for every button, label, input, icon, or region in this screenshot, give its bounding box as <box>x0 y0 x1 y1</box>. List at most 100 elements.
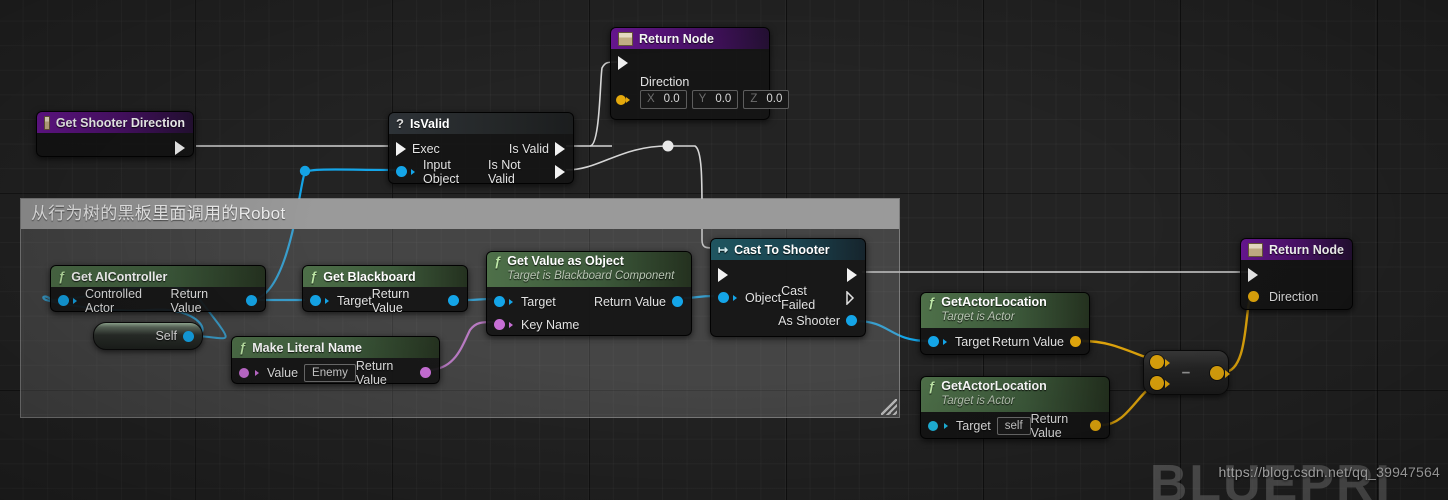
comment-resize-handle[interactable] <box>881 399 897 415</box>
cast-row-as-shooter: As Shooter <box>711 309 865 332</box>
pin-arrow-icon <box>411 168 415 175</box>
node-header: Get Shooter Direction <box>37 112 193 133</box>
node-get-actor-location-2[interactable]: ƒ GetActorLocation Target is Actor Targe… <box>920 376 1110 440</box>
function-icon: ƒ <box>494 254 502 269</box>
exec-output-pin[interactable] <box>847 268 857 282</box>
function-icon: ƒ <box>239 340 247 355</box>
target-input-pin[interactable] <box>310 295 321 306</box>
pin-label-return-value: Return Value <box>355 358 394 387</box>
exec-output-pin-cast-failed[interactable] <box>846 290 857 305</box>
as-shooter-output-pin[interactable] <box>846 315 857 326</box>
exec-input-pin[interactable] <box>396 141 406 156</box>
subtract-output-pin[interactable] <box>1210 366 1224 380</box>
return-value-output-pin[interactable] <box>1070 336 1081 347</box>
target-input-pin[interactable] <box>494 296 505 307</box>
node-title: GetActorLocation <box>941 379 1047 393</box>
node-cast-to-shooter[interactable]: ↦ Cast To Shooter Object Cast Failed As … <box>710 238 866 337</box>
return-value-output-pin[interactable] <box>1090 420 1101 431</box>
target-input-pin[interactable] <box>928 336 939 347</box>
pin-label-return-value: Return Value <box>170 286 209 315</box>
isvalid-row-object: Input Object Is Not Valid <box>389 157 573 186</box>
return-value-output-pin[interactable] <box>448 295 459 306</box>
return-value-output-pin[interactable] <box>672 296 683 307</box>
subtract-input-a-pin[interactable] <box>1150 355 1164 369</box>
node-header: ƒ GetActorLocation Target is Actor <box>921 293 1089 328</box>
target-input-pin[interactable] <box>928 420 938 431</box>
vector-input-group[interactable]: X 0.0 Y 0.0 Z 0.0 <box>618 90 790 109</box>
pin-label-target: Target <box>955 334 990 349</box>
node-self[interactable]: Self <box>93 322 203 350</box>
function-icon: ƒ <box>310 269 318 284</box>
blueprint-graph-canvas[interactable]: 从行为树的黑板里面调用的Robot Get Shooter Direction … <box>0 0 1448 500</box>
function-return-icon <box>1248 242 1263 257</box>
value-input-pin[interactable] <box>239 367 249 378</box>
node-title: Get Value as Object <box>507 254 624 268</box>
node-header: ƒ Get AIController <box>51 266 265 287</box>
node-subtitle: Target is Actor <box>941 395 1015 408</box>
comment-title[interactable]: 从行为树的黑板里面调用的Robot <box>21 199 899 229</box>
node-get-value-as-object[interactable]: ƒ Get Value as Object Target is Blackboa… <box>486 251 692 336</box>
pin-label-direction: Direction <box>640 75 690 89</box>
vector-input-pin[interactable] <box>616 95 626 105</box>
literal-name-row: Value Enemy Return Value <box>232 358 439 387</box>
node-make-literal-name[interactable]: ƒ Make Literal Name Value Enemy Return V… <box>231 336 440 387</box>
node-get-aicontroller[interactable]: ƒ Get AIController Controlled Actor Retu… <box>50 265 266 315</box>
node-title: Get Blackboard <box>323 269 416 284</box>
pin-arrow-icon <box>509 298 513 305</box>
return-value-output-pin[interactable] <box>420 367 431 378</box>
cast-icon: ↦ <box>718 242 729 257</box>
node-title: Return Node <box>639 31 714 46</box>
exec-output-pin-is-valid[interactable] <box>555 141 565 156</box>
node-header: Return Node <box>611 28 769 49</box>
exec-input-pin[interactable] <box>618 56 628 70</box>
node-isvalid[interactable]: ? IsValid Exec Is Valid Input Object Is … <box>388 112 574 186</box>
controlled-actor-input-pin[interactable] <box>58 295 69 306</box>
node-get-blackboard[interactable]: ƒ Get Blackboard Target Return Value <box>302 265 468 315</box>
target-self-value[interactable]: self <box>996 416 1031 435</box>
node-return-right[interactable]: Return Node Direction <box>1240 238 1353 310</box>
exec-output-pin[interactable] <box>175 141 185 155</box>
vector-field-y[interactable]: Y 0.0 <box>691 90 739 109</box>
node-header: ↦ Cast To Shooter <box>711 239 865 260</box>
node-title: Cast To Shooter <box>734 242 830 257</box>
node-subtitle: Target is Blackboard Component <box>507 270 675 283</box>
pin-arrow-icon <box>1225 370 1230 378</box>
pin-arrow-icon <box>73 297 77 304</box>
key-name-input-pin[interactable] <box>494 319 505 330</box>
node-return-top[interactable]: Return Node Direction X 0.0 Y 0.0 Z 0.0 <box>610 27 790 120</box>
node-title: Get AIController <box>71 269 168 284</box>
watermark-url: https://blog.csdn.net/qq_39947564 <box>1218 464 1440 480</box>
self-output-pin[interactable] <box>183 330 194 342</box>
pin-label-object: Object <box>745 290 782 305</box>
function-icon: ƒ <box>928 295 936 310</box>
pin-label-is-not-valid: Is Not Valid <box>488 157 521 186</box>
subtract-input-b-pin[interactable] <box>1150 376 1164 390</box>
node-header: ? IsValid <box>389 113 573 134</box>
exec-input-pin[interactable] <box>1248 268 1258 282</box>
function-entry-icon <box>44 115 50 130</box>
object-input-pin[interactable] <box>718 292 729 303</box>
node-header: ƒ Get Value as Object Target is Blackboa… <box>487 252 691 287</box>
pin-label-target: Target <box>956 418 991 433</box>
cast-row-object: Object Cast Failed <box>711 284 865 312</box>
operator-symbol: − <box>1181 364 1191 381</box>
node-title: Return Node <box>1269 242 1344 257</box>
node-get-shooter-direction[interactable]: Get Shooter Direction <box>36 111 194 157</box>
node-title: IsValid <box>409 116 450 131</box>
exec-input-pin[interactable] <box>718 268 728 282</box>
node-subtract[interactable]: − <box>1143 350 1230 395</box>
direction-input-pin[interactable] <box>1248 291 1259 302</box>
object-input-pin[interactable] <box>396 166 407 177</box>
pin-arrow-icon <box>255 369 259 376</box>
pin-label-target: Target <box>337 293 372 308</box>
node-header: ƒ Get Blackboard <box>303 266 467 287</box>
vector-field-z[interactable]: Z 0.0 <box>743 90 790 109</box>
value-as-object-row-keyname: Key Name <box>487 313 691 336</box>
node-header: ƒ Make Literal Name <box>232 337 439 358</box>
vector-field-x[interactable]: X 0.0 <box>640 90 687 109</box>
return-value-output-pin[interactable] <box>246 295 257 306</box>
value-text-input[interactable]: Enemy <box>304 363 356 382</box>
exec-output-pin-is-not-valid[interactable] <box>555 164 565 179</box>
node-get-actor-location-1[interactable]: ƒ GetActorLocation Target is Actor Targe… <box>920 292 1090 355</box>
function-return-icon <box>618 31 633 46</box>
